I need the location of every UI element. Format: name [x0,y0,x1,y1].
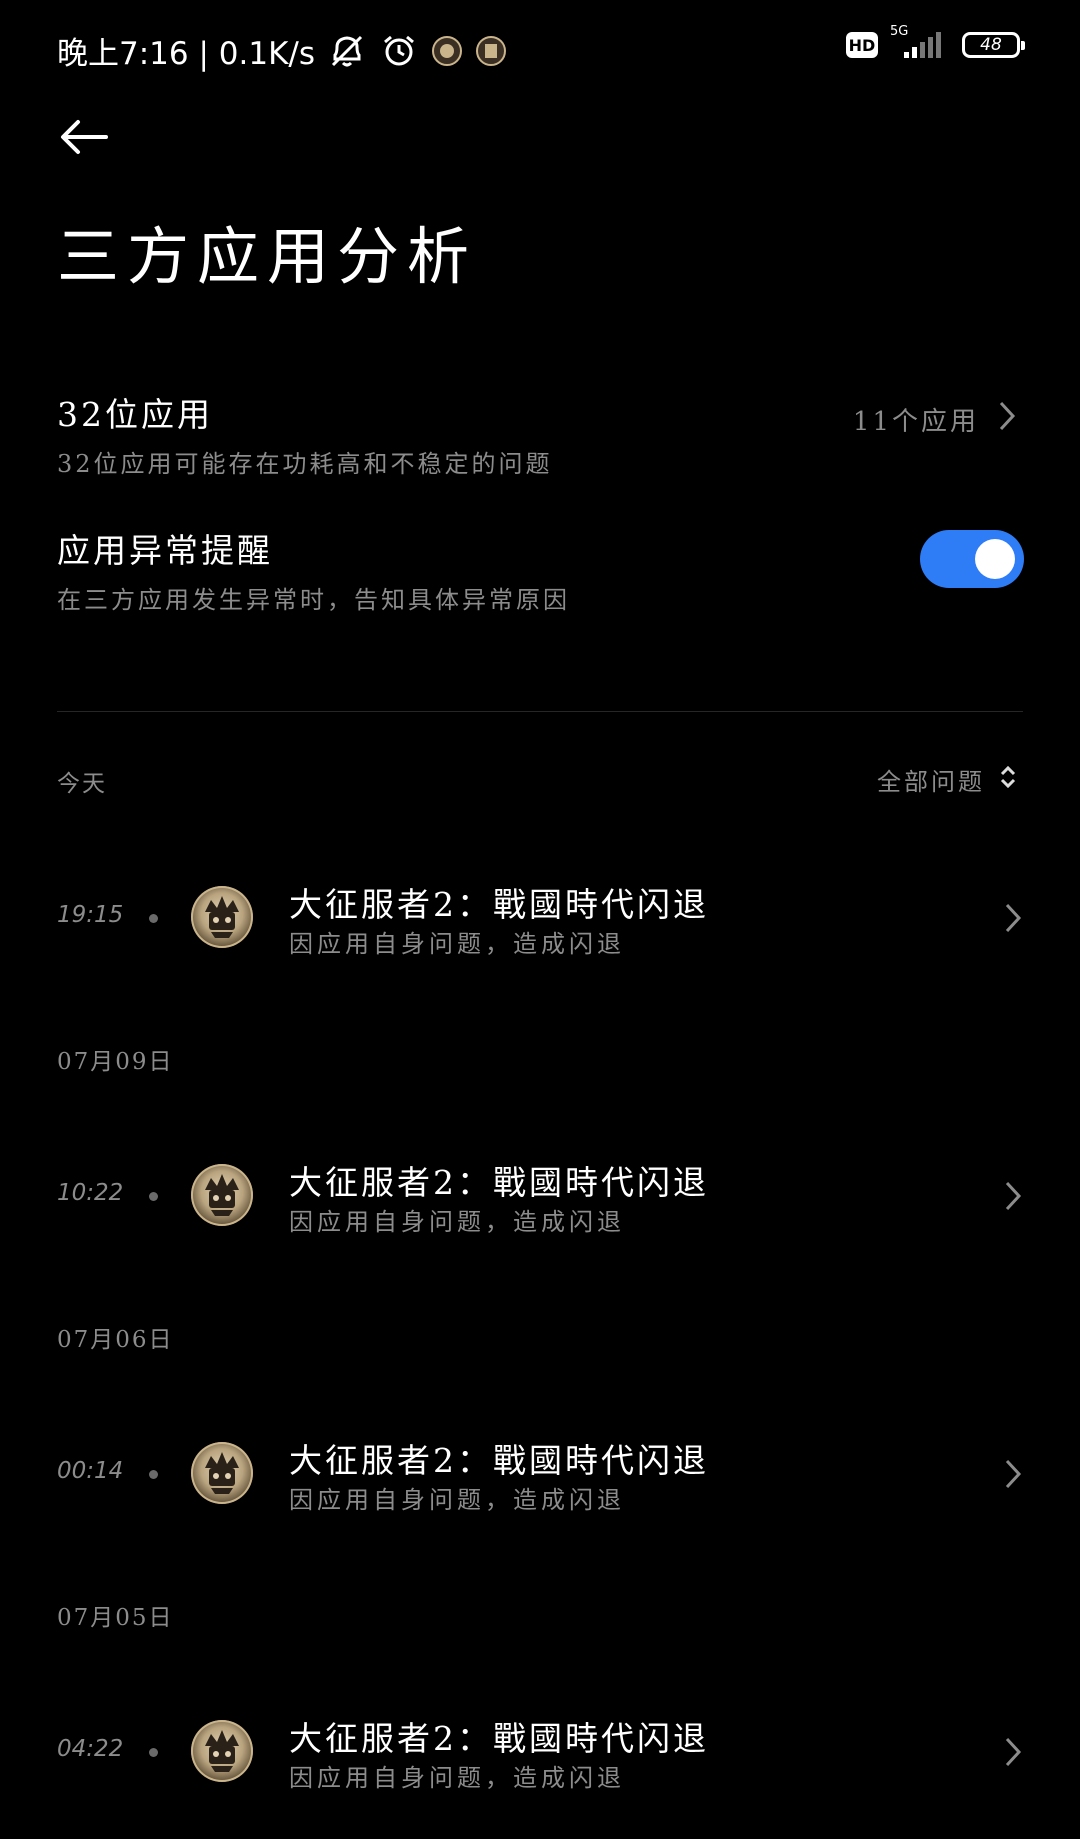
bit32-apps-subtitle: 32位应用可能存在功耗高和不稳定的问题 [57,450,553,478]
alarm-icon [379,33,419,69]
app-icon [191,886,253,948]
event-subtitle: 因应用自身问题，造成闪退 [289,1486,625,1514]
crash-event-row[interactable]: 00:14 大征服者2：戰國時代闪退 因应用自身问题，造成闪退 [57,1434,1023,1514]
battery-level: 48 [980,35,1002,55]
timeline-dot [149,1748,158,1757]
status-left: 晚上7:16 | 0.1K/s [57,28,507,73]
status-right: HD 5G 48 [846,24,1025,62]
divider [57,711,1023,712]
page-title: 三方应用分析 [57,220,478,293]
event-time: 00:14 [57,1458,124,1484]
crash-event-row[interactable]: 19:15 大征服者2：戰國時代闪退 因应用自身问题，造成闪退 [57,878,1023,958]
date-header: 07月06日 [57,1327,174,1353]
event-subtitle: 因应用自身问题，造成闪退 [289,1208,625,1236]
status-bar: 晚上7:16 | 0.1K/s HD 5G 48 [0,0,1080,96]
app-icon [191,1720,253,1782]
app-icon [191,1164,253,1226]
chevron-right-icon [1003,902,1023,938]
app-notification-icon-2 [475,35,507,67]
event-title: 大征服者2：戰國時代闪退 [289,1719,709,1758]
timeline-dot [149,1192,158,1201]
app-icon [191,1442,253,1504]
app-notification-icon [431,35,463,67]
hd-badge: HD [846,32,878,58]
event-title: 大征服者2：戰國時代闪退 [289,1163,709,1202]
event-time: 10:22 [57,1180,124,1206]
signal-icon: 5G [890,24,948,62]
chevron-right-icon [1003,1736,1023,1772]
event-time: 19:15 [57,902,124,928]
chevron-right-icon [997,400,1017,439]
exception-alert-toggle[interactable] [920,530,1024,588]
date-header: 07月05日 [57,1605,174,1631]
battery-icon: 48 [962,32,1025,58]
bit32-apps-count-label: 11个应用 [852,407,979,437]
crash-event-row[interactable]: 10:22 大征服者2：戰國時代闪退 因应用自身问题，造成闪退 [57,1156,1023,1236]
event-time: 04:22 [57,1736,124,1762]
back-arrow-icon [61,120,108,154]
log-header: 今天 全部问题 [57,764,1023,798]
bit32-apps-count: 11个应用 [853,400,1017,439]
exception-alert-subtitle: 在三方应用发生异常时，告知具体异常原因 [57,586,570,614]
status-time-speed: 晚上7:16 | 0.1K/s [57,36,315,72]
filter-label: 全部问题 [877,768,985,796]
exception-alert-row: 应用异常提醒 在三方应用发生异常时，告知具体异常原因 [57,524,1024,614]
exception-alert-title: 应用异常提醒 [57,531,273,570]
chevron-right-icon [1003,1180,1023,1216]
toggle-knob [975,539,1015,579]
date-header: 07月09日 [57,1049,174,1075]
event-subtitle: 因应用自身问题，造成闪退 [289,930,625,958]
chevron-right-icon [1003,1458,1023,1494]
filter-button[interactable]: 全部问题 [877,762,1017,797]
event-title: 大征服者2：戰國時代闪退 [289,1441,709,1480]
timeline-dot [149,1470,158,1479]
mute-icon [327,33,367,69]
crash-event-row[interactable]: 04:22 大征服者2：戰國時代闪退 因应用自身问题，造成闪退 [57,1712,1023,1792]
today-label: 今天 [57,771,107,797]
event-title: 大征服者2：戰國時代闪退 [289,885,709,924]
event-subtitle: 因应用自身问题，造成闪退 [289,1764,625,1792]
timeline-dot [149,914,158,923]
back-button[interactable] [56,112,112,162]
bit32-apps-row[interactable]: 32位应用 32位应用可能存在功耗高和不稳定的问题 11个应用 [57,388,1023,478]
sort-updown-icon [999,763,1017,797]
